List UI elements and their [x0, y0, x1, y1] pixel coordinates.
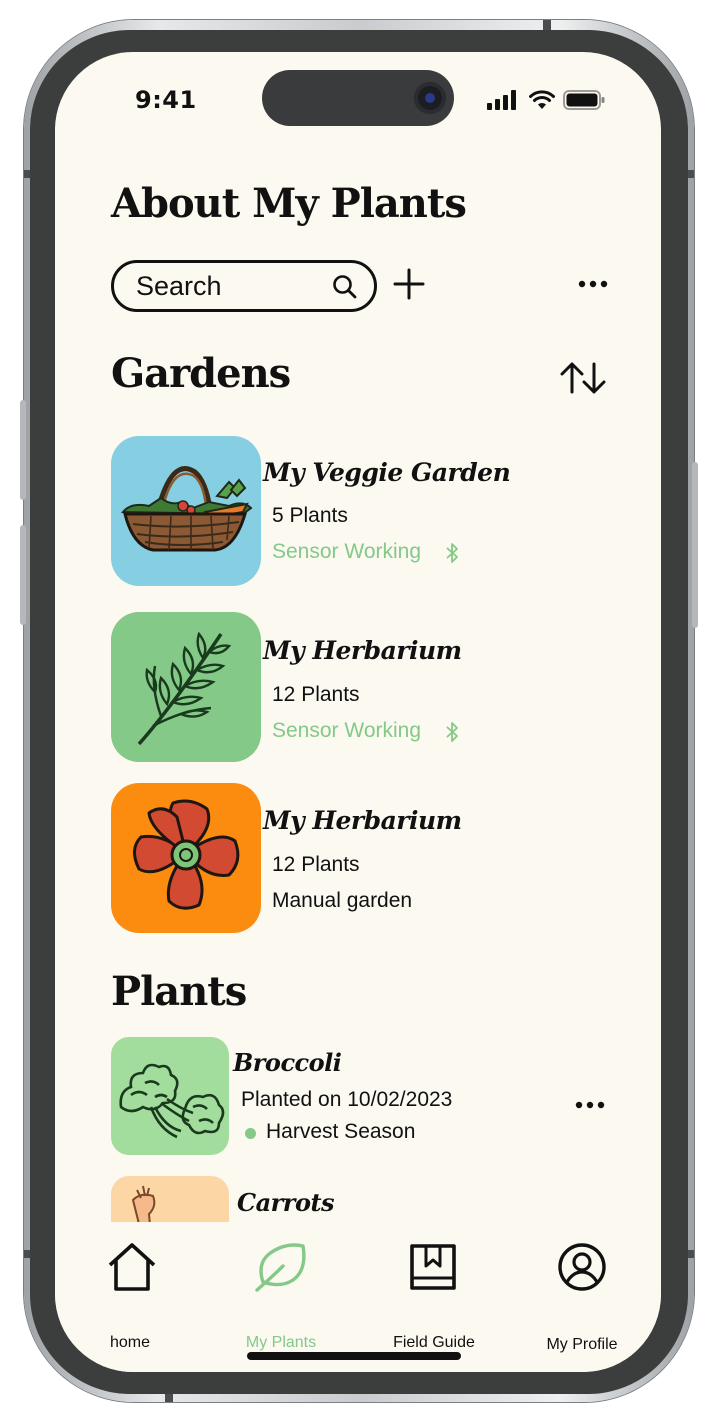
battery-icon [563, 90, 605, 110]
garden-name: My Herbarium [263, 806, 462, 835]
garden-name: My Veggie Garden [263, 458, 511, 487]
vegetable-basket-icon [120, 466, 253, 552]
volume-down-button [20, 525, 26, 625]
garden-sensor-status: Sensor Working [272, 540, 422, 563]
plants-heading: Plants [111, 968, 247, 1015]
garden-plant-count: 12 Plants [272, 853, 360, 876]
camera-icon [414, 82, 446, 114]
user-circle-icon [558, 1243, 606, 1291]
plant-planted-date: Planted on 10/02/2023 [241, 1088, 453, 1111]
plant-name: Carrots [237, 1188, 335, 1217]
status-time: 9:41 [135, 86, 197, 114]
tab-label: My Plants [245, 1334, 317, 1351]
book-icon [410, 1244, 456, 1290]
plant-season: Harvest Season [266, 1120, 416, 1143]
more-options-icon[interactable] [577, 270, 609, 298]
tab-label: home [109, 1334, 151, 1351]
dynamic-island [262, 70, 454, 126]
signal-icon [487, 90, 516, 110]
tab-bar: home My Plants Field Guide My Profile [55, 1222, 661, 1372]
garden-card-manual[interactable] [111, 783, 261, 933]
garden-card-herbarium[interactable] [111, 612, 261, 762]
plant-name: Broccoli [233, 1048, 342, 1077]
search-bar[interactable] [111, 260, 377, 312]
screen: 9:41 About My Plants Search Gardens My V… [55, 52, 661, 1372]
sort-icon[interactable] [559, 358, 607, 398]
garden-manual-status: Manual garden [272, 889, 413, 912]
search-icon[interactable] [332, 274, 358, 300]
garden-name: My Herbarium [263, 636, 462, 665]
bluetooth-icon [446, 722, 458, 742]
tab-label: My Profile [546, 1336, 618, 1353]
broccoli-icon [119, 1063, 225, 1139]
home-indicator[interactable] [247, 1352, 461, 1360]
tab-label: Field Guide [393, 1334, 475, 1351]
season-status-dot [245, 1128, 256, 1139]
garden-plant-count: 12 Plants [272, 683, 360, 706]
search-input[interactable] [136, 271, 316, 301]
plant-more-options-icon[interactable] [575, 1094, 605, 1116]
wifi-icon [529, 90, 555, 109]
garden-sensor-status: Sensor Working [272, 719, 422, 742]
power-button [692, 462, 698, 628]
garden-plant-count: 5 Plants [272, 504, 348, 527]
red-flower-icon [133, 799, 240, 910]
leaf-icon [255, 1243, 306, 1292]
garden-card-veggie[interactable] [111, 436, 261, 586]
add-icon[interactable] [391, 266, 427, 302]
status-icons [487, 90, 605, 110]
plant-card-broccoli[interactable] [111, 1037, 229, 1155]
volume-up-button [20, 400, 26, 500]
bluetooth-icon [446, 543, 458, 563]
house-icon [108, 1243, 156, 1291]
herb-sprig-icon [137, 631, 232, 746]
gardens-heading: Gardens [111, 350, 291, 397]
page-title: About My Plants [111, 180, 467, 227]
